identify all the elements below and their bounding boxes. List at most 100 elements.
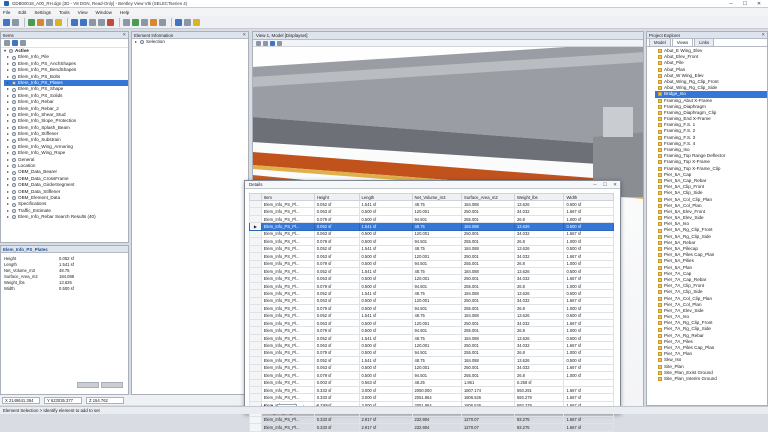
table-cell[interactable]: 13.626 xyxy=(513,222,565,231)
tree-item[interactable]: ▸ Elem_Info_Rebar Search Results (40) xyxy=(4,214,128,220)
column-header[interactable]: Net_Volume_m3 xyxy=(411,193,462,201)
column-header[interactable]: Surface_Area_m2 xyxy=(460,193,515,201)
table-cell[interactable]: 255.001 xyxy=(460,348,515,358)
table-cell[interactable]: 250.001 xyxy=(460,274,515,283)
row-selector[interactable] xyxy=(249,229,262,239)
table-cell[interactable]: 1.000 sf xyxy=(563,371,614,380)
close-button[interactable]: ✕ xyxy=(752,0,766,8)
table-cell[interactable]: 2051.864 xyxy=(411,393,462,402)
table-row[interactable]: Elem_Info_PS_Pl...0.333 sf3.000 sf2051.8… xyxy=(249,393,614,402)
row-selector[interactable] xyxy=(249,356,262,365)
menu-item[interactable]: Tools xyxy=(59,10,70,15)
pan-view-icon[interactable] xyxy=(107,18,114,26)
print-icon[interactable] xyxy=(175,18,182,26)
table-cell[interactable]: 184.088 xyxy=(460,333,515,343)
table-row[interactable]: Elem_Info_PS_Pl... 0.063 sf 0.500 sf 120.00… xyxy=(249,252,614,261)
table-cell[interactable]: 2050.000 xyxy=(411,385,462,395)
table-row[interactable]: Elem_Info_PS_Pl... 0.063 sf 0.500 sf 120.00… xyxy=(249,229,614,239)
table-cell[interactable]: 0.500 sf xyxy=(358,229,413,239)
table-row[interactable]: Elem_Info_PS_Pl... 0.079 sf 0.500 sf 94.501… xyxy=(249,237,614,246)
table-cell[interactable]: 34.032 xyxy=(513,363,565,373)
row-selector[interactable] xyxy=(249,423,262,432)
table-cell[interactable]: Elem_Info_PS_Pl... xyxy=(260,259,315,268)
column-header[interactable]: Width xyxy=(563,193,614,201)
tab-views[interactable]: Views xyxy=(671,38,694,46)
table-cell[interactable]: 93.275 xyxy=(513,415,565,425)
table-cell[interactable]: 0.500 sf xyxy=(358,259,413,268)
table-cell[interactable]: 1.667 sf xyxy=(563,385,614,395)
select-tool-icon[interactable] xyxy=(3,18,10,26)
table-cell[interactable]: 1807.174 xyxy=(460,385,515,395)
table-cell[interactable]: 120.001 xyxy=(411,207,462,216)
reset-button[interactable] xyxy=(101,382,123,388)
zoom-in-icon[interactable] xyxy=(71,18,78,26)
menu-item[interactable]: Settings xyxy=(34,10,51,15)
table-cell[interactable]: 48.75 xyxy=(411,311,462,321)
table-cell[interactable]: Elem_Info_PS_Pl... xyxy=(260,341,315,350)
table-row[interactable]: Elem_Info_PS_Pl... 0.079 sf 0.500 sf 94.501… xyxy=(249,214,614,224)
table-cell[interactable]: 0.500 sf xyxy=(358,348,413,358)
apply-button[interactable] xyxy=(77,382,99,388)
row-selector[interactable] xyxy=(249,259,262,268)
measure-tool-icon[interactable] xyxy=(28,18,35,26)
table-cell[interactable]: 0.333 sf xyxy=(313,393,360,402)
row-selector[interactable] xyxy=(249,274,262,283)
saved-view-item[interactable]: Site_Plan_Interim Ground xyxy=(655,376,767,382)
row-selector[interactable] xyxy=(249,363,262,373)
table-cell[interactable]: 0.052 sf xyxy=(313,244,360,254)
table-cell[interactable]: 0.003 sf xyxy=(313,378,360,387)
close-button[interactable]: ✕ xyxy=(610,182,620,188)
table-cell[interactable]: 26.8 xyxy=(513,237,565,246)
minimize-button[interactable]: ─ xyxy=(724,0,738,8)
table-cell[interactable]: Elem_Info_PS_Pl... xyxy=(260,371,315,380)
table-cell[interactable]: 1.000 sf xyxy=(563,237,614,246)
table-cell[interactable]: 120.001 xyxy=(411,341,462,350)
table-cell[interactable]: 34.032 xyxy=(513,318,565,328)
table-row[interactable]: Elem_Info_PS_Pl... 0.052 sf 1.541 sf 48.75 1… xyxy=(249,266,614,276)
row-selector[interactable] xyxy=(249,318,262,328)
table-cell[interactable]: 0.500 sf xyxy=(358,371,413,380)
table-row[interactable]: Elem_Info_PS_Pl... 0.063 sf 0.500 sf 120.00… xyxy=(249,207,614,216)
row-selector[interactable] xyxy=(249,393,262,402)
table-cell[interactable]: 0.052 sf xyxy=(313,356,360,365)
levels-icon[interactable] xyxy=(132,18,139,26)
table-cell[interactable]: 1.667 sf xyxy=(563,423,614,432)
table-row[interactable]: Elem_Info_PS_Pl... 0.079 sf 0.500 sf 94.501… xyxy=(249,348,614,358)
table-cell[interactable]: 0.500 sf xyxy=(563,289,614,298)
table-cell[interactable]: 1.000 sf xyxy=(563,281,614,291)
close-icon[interactable]: ✕ xyxy=(122,32,126,38)
row-selector[interactable] xyxy=(249,371,262,380)
table-cell[interactable]: 120.001 xyxy=(411,296,462,306)
table-cell[interactable]: 1.667 sf xyxy=(563,207,614,216)
row-selector[interactable] xyxy=(249,341,262,350)
table-cell[interactable]: 0.500 sf xyxy=(358,363,413,373)
table-cell[interactable]: 34.032 xyxy=(513,252,565,261)
row-selector[interactable] xyxy=(249,378,262,387)
fence-tool-icon[interactable] xyxy=(12,18,19,26)
table-cell[interactable]: Elem_Info_PS_Pl... xyxy=(260,378,315,387)
table-cell[interactable]: 0.063 sf xyxy=(313,207,360,216)
table-cell[interactable]: 0.500 sf xyxy=(358,281,413,291)
table-row[interactable]: Elem_Info_PS_Pl... 0.052 sf 1.541 sf 48.75 1… xyxy=(249,311,614,321)
fit-view-icon[interactable] xyxy=(89,18,96,26)
table-cell[interactable]: 250.001 xyxy=(460,252,515,261)
view-tool-icon[interactable] xyxy=(277,40,282,46)
table-cell[interactable]: 48.75 xyxy=(411,356,462,365)
table-cell[interactable]: 1.000 sf xyxy=(563,348,614,358)
table-cell[interactable]: Elem_Info_PS_Pl... xyxy=(260,214,315,224)
table-cell[interactable]: Elem_Info_PS_Pl... xyxy=(260,415,315,425)
table-row[interactable]: Elem_Info_PS_Pl... 0.063 sf 0.500 sf 120.00… xyxy=(249,341,614,350)
table-cell[interactable]: 26.8 xyxy=(513,371,565,380)
table-cell[interactable]: 0.500 sf xyxy=(358,304,413,313)
search-icon[interactable] xyxy=(12,40,18,46)
close-icon[interactable]: ✕ xyxy=(761,32,765,38)
table-cell[interactable]: 120.001 xyxy=(411,252,462,261)
table-cell[interactable]: 1.541 sf xyxy=(358,289,413,298)
note-icon[interactable] xyxy=(55,18,62,26)
table-cell[interactable]: 232.904 xyxy=(411,423,462,432)
table-cell[interactable]: 48.25 xyxy=(411,378,462,387)
table-row[interactable]: Elem_Info_PS_Pl... 0.079 sf 0.500 sf 94.501… xyxy=(249,304,614,313)
table-cell[interactable]: Elem_Info_PS_Pl... xyxy=(260,318,315,328)
row-selector[interactable]: ▶ xyxy=(249,222,262,231)
table-cell[interactable]: 0.063 sf xyxy=(313,363,360,373)
